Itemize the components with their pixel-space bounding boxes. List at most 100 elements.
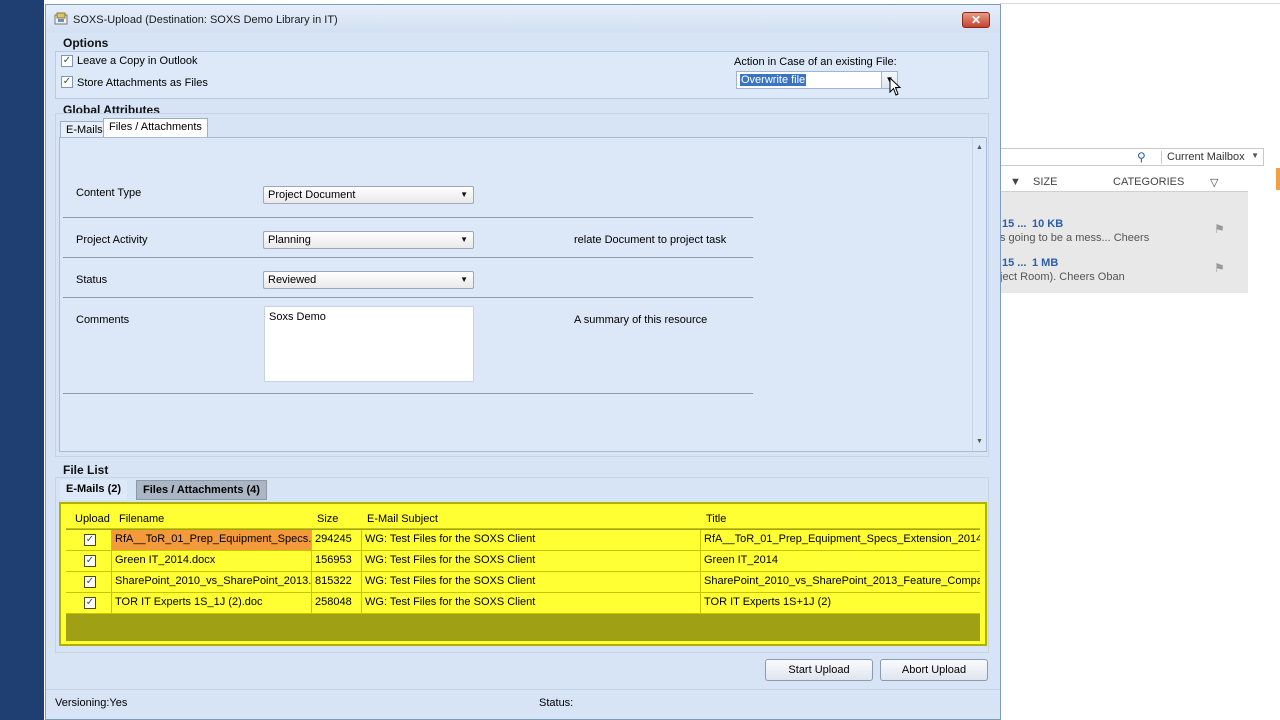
window-title: SOXS-Upload (Destination: SOXS Demo Libr…: [73, 14, 338, 26]
store-attachments-label[interactable]: Store Attachments as Files: [77, 77, 208, 89]
upload-cell[interactable]: ✓: [66, 551, 112, 571]
upload-cell[interactable]: ✓: [66, 593, 112, 613]
table-row[interactable]: ✓ SharePoint_2010_vs_SharePoint_2013... …: [66, 572, 980, 593]
column-size[interactable]: SIZE: [1033, 176, 1057, 188]
divider: [63, 257, 753, 258]
outlook-top-divider: [1000, 0, 1280, 4]
column-upload[interactable]: Upload: [75, 513, 110, 525]
app-icon: [54, 12, 68, 25]
subject-cell[interactable]: WG: Test Files for the SOXS Client: [362, 530, 701, 550]
store-attachments-checkbox[interactable]: ✓: [61, 76, 73, 88]
upload-checkbox[interactable]: ✓: [84, 597, 96, 609]
project-activity-select[interactable]: Planning ▼: [263, 231, 474, 249]
chevron-down-icon[interactable]: ▼: [1251, 151, 1259, 160]
divider: [63, 393, 753, 394]
size-cell[interactable]: 294245: [312, 530, 362, 550]
search-separator: [1161, 151, 1162, 164]
attributes-scrollbar[interactable]: ▲ ▼: [972, 138, 986, 451]
flag-icon[interactable]: ⚑: [1214, 261, 1225, 275]
message-snippet: ject Room). Cheers Oban: [1000, 271, 1125, 283]
tab-file-list-attachments[interactable]: Files / Attachments (4): [136, 480, 267, 500]
grid-header: Upload Filename Size E-Mail Subject Titl…: [66, 509, 980, 529]
project-activity-value: Planning: [268, 234, 311, 246]
project-activity-label: Project Activity: [76, 234, 148, 246]
file-list-heading: File List: [63, 463, 109, 477]
divider: [63, 217, 753, 218]
existing-file-select[interactable]: Overwrite file ▼: [736, 71, 898, 89]
upload-cell[interactable]: ✓: [66, 530, 112, 550]
file-grid: Upload Filename Size E-Mail Subject Titl…: [66, 509, 980, 641]
comments-label: Comments: [76, 314, 130, 326]
subject-cell[interactable]: WG: Test Files for the SOXS Client: [362, 572, 701, 592]
title-cell[interactable]: SharePoint_2010_vs_SharePoint_2013_Featu…: [701, 572, 980, 592]
chevron-down-icon[interactable]: ▼: [460, 190, 468, 199]
tab-file-list-emails[interactable]: E-Mails (2): [60, 480, 128, 500]
table-row[interactable]: ✓ RfA__ToR_01_Prep_Equipment_Specs... 29…: [66, 530, 980, 551]
mouse-cursor-icon: [889, 77, 902, 96]
size-cell[interactable]: 156953: [312, 551, 362, 571]
existing-file-label: Action in Case of an existing File:: [734, 56, 897, 68]
flag-icon[interactable]: ⚑: [1214, 222, 1225, 236]
column-filename[interactable]: Filename: [119, 513, 164, 525]
comments-textarea[interactable]: Soxs Demo: [264, 306, 474, 382]
message-date: 15 ...: [1002, 257, 1027, 269]
soxs-upload-dialog: SOXS-Upload (Destination: SOXS Demo Libr…: [45, 4, 1001, 720]
table-row[interactable]: ✓ TOR IT Experts 1S_1J (2).doc 258048 WG…: [66, 593, 980, 614]
abort-upload-button[interactable]: Abort Upload: [880, 659, 988, 681]
size-cell[interactable]: 815322: [312, 572, 362, 592]
column-email-subject[interactable]: E-Mail Subject: [367, 513, 438, 525]
scroll-up-icon[interactable]: ▲: [976, 144, 983, 151]
upload-cell[interactable]: ✓: [66, 572, 112, 592]
subject-cell[interactable]: WG: Test Files for the SOXS Client: [362, 551, 701, 571]
sort-arrow-icon[interactable]: ▼: [1010, 176, 1021, 188]
search-icon[interactable]: ⚲: [1137, 150, 1146, 164]
comments-hint: A summary of this resource: [574, 314, 708, 326]
content-type-value: Project Document: [268, 189, 356, 201]
content-type-label: Content Type: [76, 187, 142, 199]
attributes-form: Content Type Project Document ▼ Project …: [59, 137, 987, 452]
upload-checkbox[interactable]: ✓: [84, 576, 96, 588]
scroll-down-icon[interactable]: ▼: [976, 438, 983, 445]
filter-flag-icon[interactable]: ▽: [1210, 176, 1218, 189]
filename-cell[interactable]: TOR IT Experts 1S_1J (2).doc: [112, 593, 312, 613]
column-title[interactable]: Title: [706, 513, 726, 525]
column-size[interactable]: Size: [317, 513, 338, 525]
taskbar-strip: [0, 0, 44, 720]
message-size: 10 KB: [1032, 218, 1064, 230]
title-cell[interactable]: RfA__ToR_01_Prep_Equipment_Specs_Extensi…: [701, 530, 980, 550]
leave-copy-label[interactable]: Leave a Copy in Outlook: [77, 55, 197, 67]
filename-cell[interactable]: SharePoint_2010_vs_SharePoint_2013...: [112, 572, 312, 592]
versioning-status: Versioning:Yes: [55, 697, 128, 709]
options-heading: Options: [63, 36, 109, 50]
title-bar[interactable]: SOXS-Upload (Destination: SOXS Demo Libr…: [46, 5, 1000, 33]
upload-checkbox[interactable]: ✓: [84, 555, 96, 567]
outlook-search-box[interactable]: ⚲ Current Mailbox ▼: [1000, 148, 1264, 166]
search-scope[interactable]: Current Mailbox: [1167, 151, 1245, 163]
leave-copy-checkbox[interactable]: ✓: [61, 55, 73, 67]
table-row[interactable]: ✓ Green IT_2014.docx 156953 WG: Test Fil…: [66, 551, 980, 572]
existing-file-value: Overwrite file: [740, 74, 807, 86]
chevron-down-icon[interactable]: ▼: [460, 275, 468, 284]
upload-checkbox[interactable]: ✓: [84, 534, 96, 546]
filename-cell[interactable]: RfA__ToR_01_Prep_Equipment_Specs...: [112, 530, 312, 550]
status-value: Reviewed: [268, 274, 317, 286]
chevron-down-icon[interactable]: ▼: [460, 235, 468, 244]
tab-files-attachments[interactable]: Files / Attachments: [103, 118, 208, 138]
status-bar: Versioning:Yes Status:: [46, 689, 1000, 719]
content-type-select[interactable]: Project Document ▼: [263, 186, 474, 204]
title-cell[interactable]: TOR IT Experts 1S+1J (2): [701, 593, 980, 613]
close-button[interactable]: ✕: [962, 12, 990, 28]
status-select[interactable]: Reviewed ▼: [263, 271, 474, 289]
column-categories[interactable]: CATEGORIES: [1113, 176, 1184, 188]
subject-cell[interactable]: WG: Test Files for the SOXS Client: [362, 593, 701, 613]
title-cell[interactable]: Green IT_2014: [701, 551, 980, 571]
start-upload-button[interactable]: Start Upload: [765, 659, 873, 681]
size-cell[interactable]: 258048: [312, 593, 362, 613]
comments-value: Soxs Demo: [269, 311, 326, 323]
file-grid-frame: Upload Filename Size E-Mail Subject Titl…: [59, 502, 987, 646]
message-snippet: s going to be a mess... Cheers: [1000, 232, 1150, 244]
divider: [63, 297, 753, 298]
filename-cell[interactable]: Green IT_2014.docx: [112, 551, 312, 571]
outlook-column-header: ▼ SIZE CATEGORIES ▽: [1000, 172, 1248, 192]
outlook-accent-marker: [1276, 168, 1280, 190]
